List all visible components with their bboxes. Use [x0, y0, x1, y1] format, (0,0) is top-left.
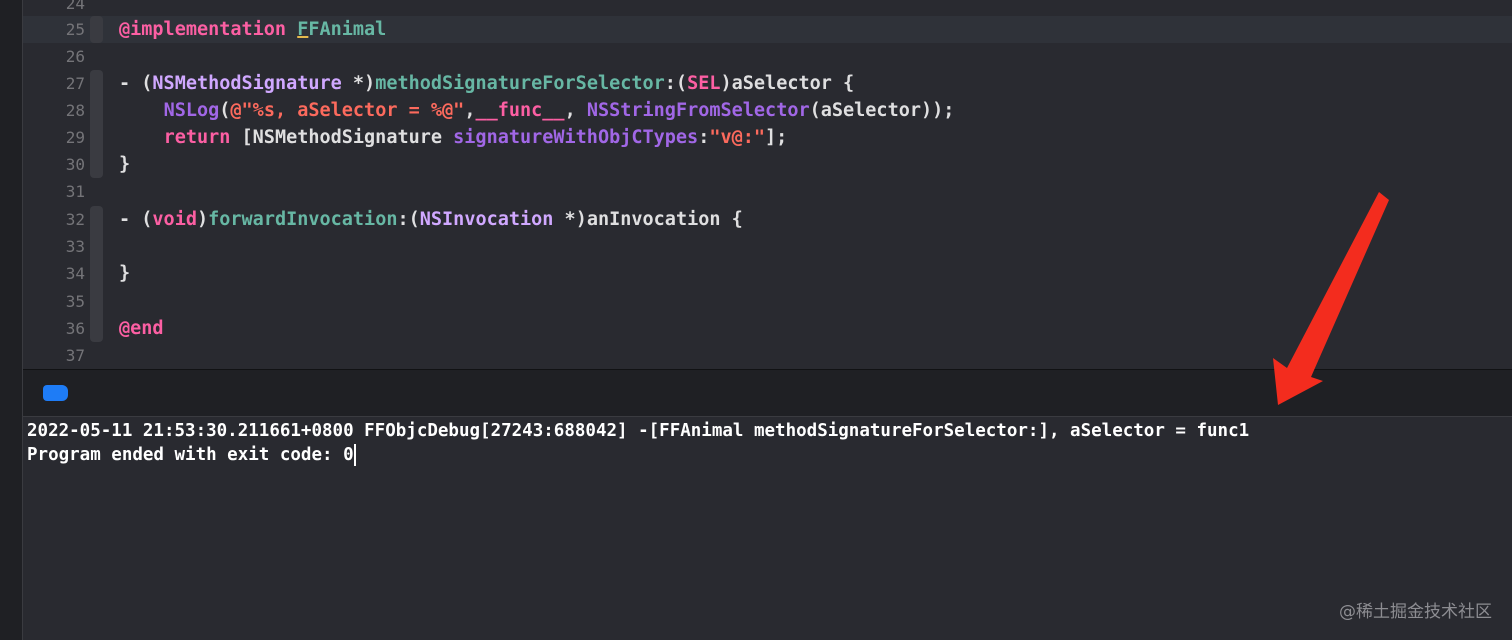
red-arrow-annotation	[1273, 192, 1389, 405]
watermark: @稀土掘金技术社区	[1339, 602, 1492, 622]
red-arrow-shape	[1273, 192, 1389, 405]
